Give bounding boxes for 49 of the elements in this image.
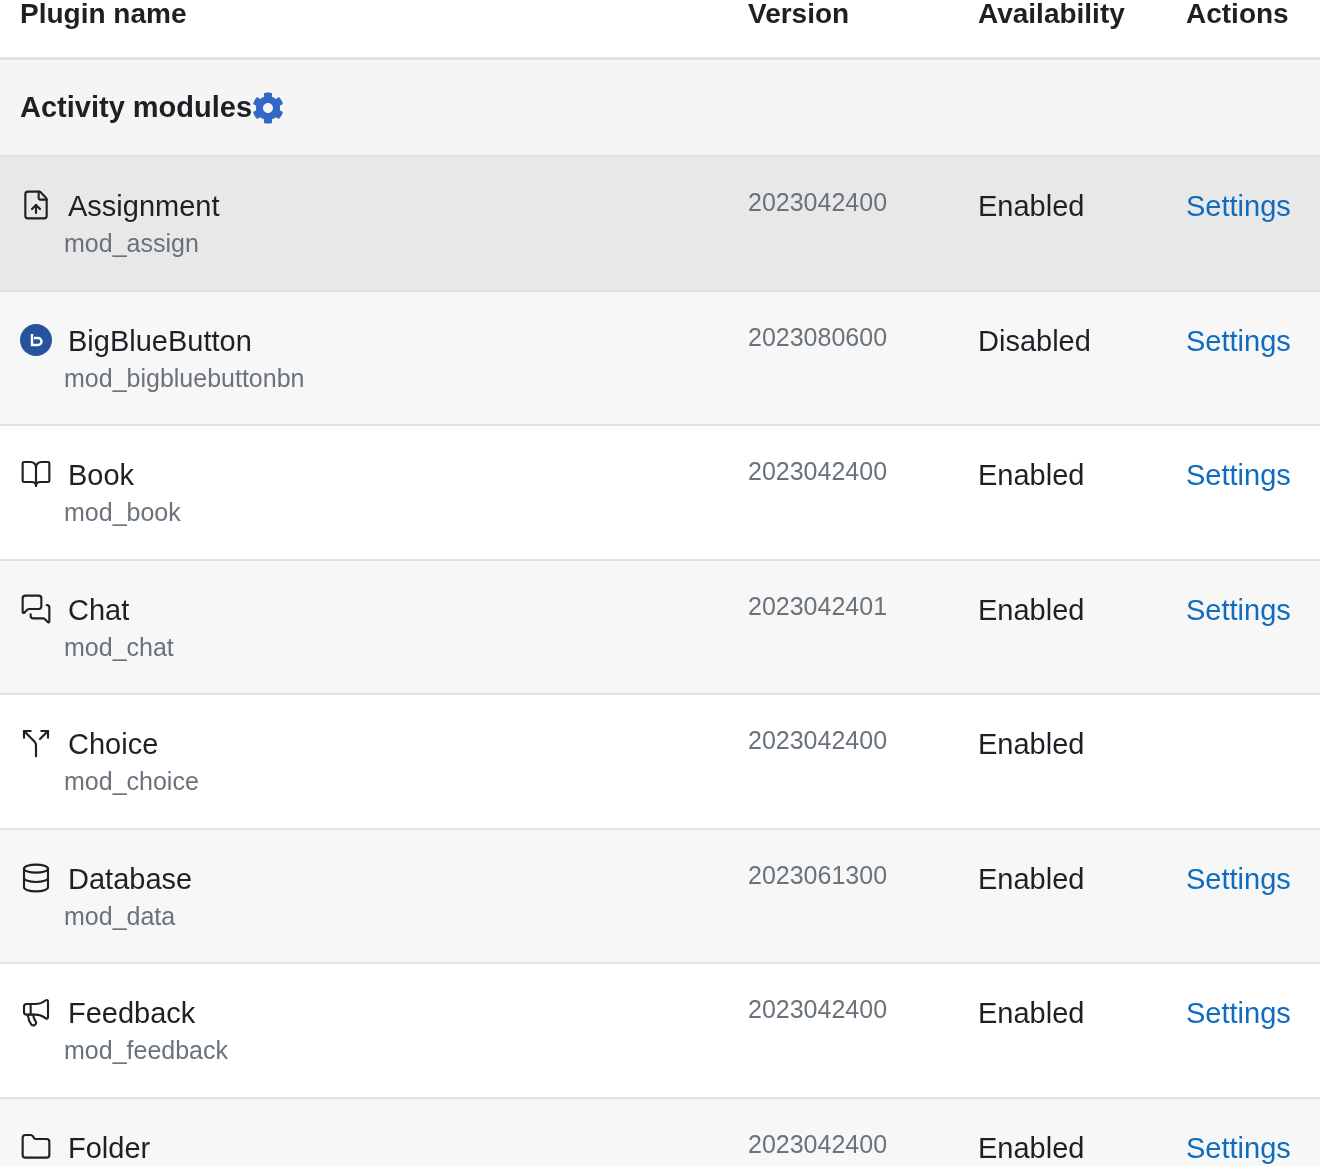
settings-link[interactable]: Settings [1186,190,1291,222]
version-number: 2023080600 [748,322,888,351]
plugin-name: Folder [68,1130,151,1166]
availability-status: Enabled [978,1131,1085,1164]
version-number: 2023042400 [748,188,888,216]
version-number: 2023042400 [748,1129,888,1158]
plugin-name: BigBlueButton [68,323,253,359]
plugin-name: Chat [68,592,131,628]
availability-status: Disabled [978,324,1091,357]
plugin-component: mod_data [64,900,177,932]
plugin-name: Choice [68,727,160,762]
availability-status: Enabled [978,459,1085,491]
megaphone-icon [20,996,52,1028]
fork-arrows-icon [20,727,52,759]
settings-link[interactable]: Settings [1186,459,1291,491]
availability-status: Enabled [978,190,1085,222]
settings-link[interactable]: Settings [1186,1131,1291,1164]
plugin-component: mod_book [64,497,181,528]
plugin-component: mod_choice [64,766,199,797]
version-number: 2023042400 [748,457,888,485]
plugin-component: mod_bigbluebuttonbn [64,362,305,394]
column-header: Actions [1186,0,1290,28]
plugin-component: mod_assign [64,228,200,259]
availability-status: Enabled [978,728,1085,760]
settings-link[interactable]: Settings [1186,593,1291,626]
plugin-name: Feedback [68,996,197,1031]
settings-link[interactable]: Settings [1186,862,1291,895]
settings-link[interactable]: Settings [1186,997,1291,1029]
availability-status: Enabled [978,862,1085,895]
database-icon [20,861,52,894]
plugin-name: Database [68,861,193,897]
settings-link[interactable]: Settings [1186,324,1291,357]
availability-status: Enabled [978,593,1085,626]
settings-icon[interactable] [252,91,285,124]
version-number: 2023042400 [748,995,888,1023]
book-icon [20,458,52,490]
plugin-component: mod_chat [64,631,174,663]
availability-status: Enabled [978,997,1085,1029]
version-number: 2023042401 [748,591,888,620]
column-header: Version [748,0,851,28]
plugin-component: mod_feedback [64,1035,228,1066]
speech-bubbles-icon [20,592,52,625]
version-number: 2023042400 [748,726,888,754]
category-title: Activity modules [20,89,253,125]
plugin-name: Book [68,458,136,493]
column-header: Plugin name [19,0,188,28]
column-header: Availability [978,0,1126,28]
plugin-name: Assignment [68,189,220,224]
version-number: 2023061300 [748,860,888,889]
